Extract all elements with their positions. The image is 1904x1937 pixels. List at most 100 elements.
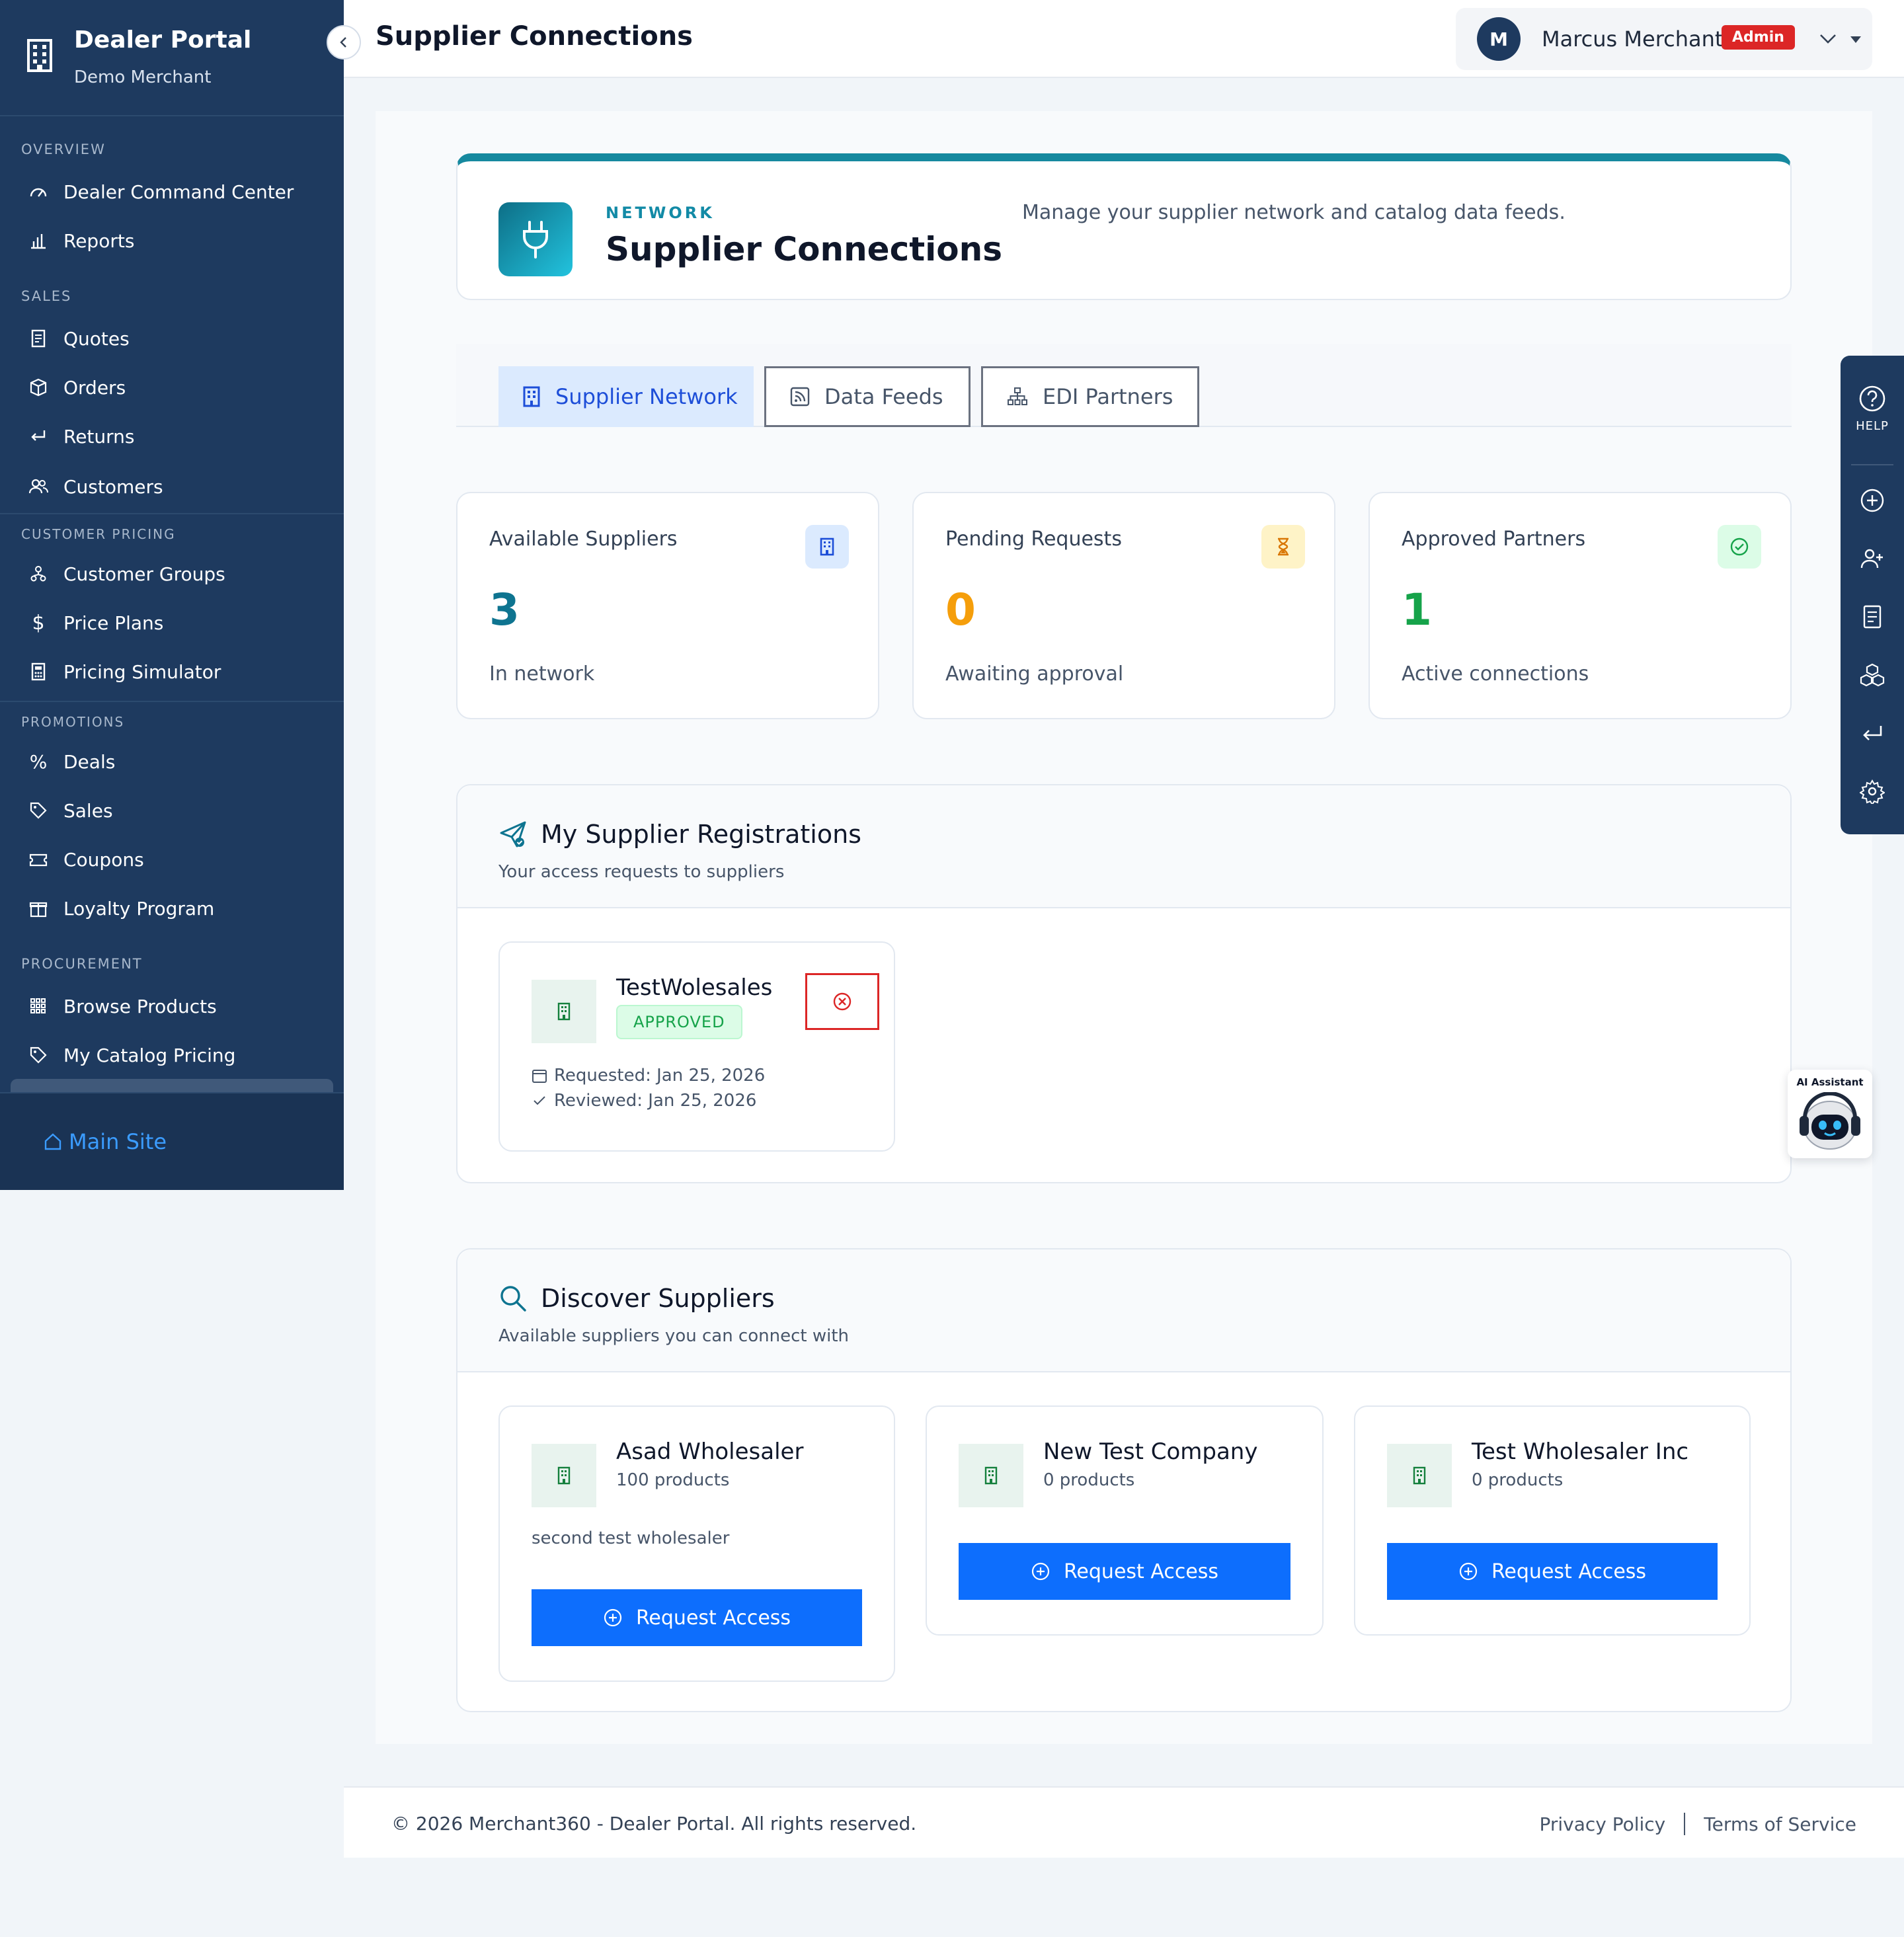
requested-label: Requested: Jan 25, 2026: [554, 1066, 766, 1086]
sidebar-item-label: Customer Groups: [63, 563, 225, 585]
quick-return-button[interactable]: [1841, 721, 1904, 746]
building-icon: [27, 39, 52, 72]
calendar-icon: [532, 1068, 547, 1084]
building-icon: [522, 386, 541, 407]
robot-icon: [1800, 1092, 1860, 1150]
discover-header: Discover Suppliers Available suppliers y…: [457, 1249, 1790, 1372]
sidebar-item-active-partial[interactable]: [11, 1079, 333, 1092]
sidebar-item-sales[interactable]: Sales: [28, 792, 113, 829]
ticket-icon: [28, 849, 49, 870]
x-circle-icon: [833, 992, 852, 1011]
supplier-name: Asad Wholesaler: [616, 1439, 804, 1465]
tab-supplier-network[interactable]: Supplier Network: [498, 366, 754, 427]
sidebar-item-label: Returns: [63, 425, 135, 448]
help-rail: HELP: [1841, 356, 1904, 834]
sidebar-item-label: Quotes: [63, 327, 130, 350]
sidebar-item-browse-products[interactable]: Browse Products: [28, 988, 217, 1025]
sidebar-item-loyalty-program[interactable]: Loyalty Program: [28, 890, 214, 927]
sidebar-item-dealer-command-center[interactable]: Dealer Command Center: [28, 173, 294, 210]
user-name: Marcus Merchant: [1542, 26, 1724, 52]
registrations-header: My Supplier Registrations Your access re…: [457, 785, 1790, 908]
status-badge: APPROVED: [616, 1005, 742, 1039]
help-button[interactable]: HELP: [1841, 385, 1904, 433]
section-subtitle: Your access requests to suppliers: [498, 862, 785, 882]
product-count: 0 products: [1043, 1470, 1135, 1490]
settings-button[interactable]: [1841, 779, 1904, 804]
rss-icon: [790, 387, 810, 407]
quick-add-button[interactable]: [1841, 488, 1904, 513]
sidebar-item-quotes[interactable]: Quotes: [28, 320, 130, 357]
sidebar-item-pricing-simulator[interactable]: Pricing Simulator: [28, 653, 221, 690]
sidebar-item-label: Loyalty Program: [63, 897, 215, 920]
question-circle-icon: [1859, 385, 1885, 412]
registrations-section: My Supplier Registrations Your access re…: [456, 784, 1792, 1183]
hierarchy-icon: [28, 563, 49, 584]
section-subtitle: Available suppliers you can connect with: [498, 1326, 850, 1346]
request-access-button[interactable]: Request Access: [959, 1543, 1290, 1600]
calculator-icon: [28, 661, 49, 682]
footer-links: Privacy Policy Terms of Service: [1539, 1813, 1856, 1835]
quick-quote-button[interactable]: [1841, 604, 1904, 629]
tab-label: EDI Partners: [1043, 384, 1173, 409]
percent-icon: %: [29, 750, 48, 773]
stat-subtext: Awaiting approval: [945, 662, 1124, 686]
stat-value: 1: [1402, 584, 1432, 635]
tab-data-feeds[interactable]: Data Feeds: [764, 366, 971, 427]
terms-of-service-link[interactable]: Terms of Service: [1704, 1813, 1856, 1835]
nav-section-overview: OVERVIEW: [21, 141, 106, 157]
send-icon: [500, 821, 526, 848]
sidebar-item-my-catalog-pricing[interactable]: My Catalog Pricing: [28, 1037, 235, 1074]
sidebar-item-customers[interactable]: Customers: [28, 468, 163, 505]
avatar: M: [1477, 17, 1521, 61]
sidebar-item-label: Reports: [63, 229, 135, 252]
stat-value: 3: [489, 584, 520, 635]
sidebar: Dealer Portal Demo Merchant OVERVIEW Dea…: [0, 0, 344, 1190]
footer: © 2026 Merchant360 - Dealer Portal. All …: [344, 1786, 1904, 1858]
sidebar-item-label: Price Plans: [63, 612, 164, 634]
brand-subtitle: Demo Merchant: [74, 67, 212, 87]
sidebar-item-label: Sales: [63, 799, 113, 822]
tab-edi-partners[interactable]: EDI Partners: [981, 366, 1199, 427]
reviewed-label: Reviewed: Jan 25, 2026: [554, 1091, 757, 1111]
nav-section-customer-pricing: CUSTOMER PRICING: [21, 526, 176, 542]
quick-products-button[interactable]: [1841, 662, 1904, 688]
request-access-button[interactable]: Request Access: [532, 1589, 862, 1646]
request-access-button[interactable]: Request Access: [1387, 1543, 1718, 1600]
hero-title: Supplier Connections: [606, 230, 1002, 268]
plus-circle-icon: [603, 1608, 623, 1628]
ai-assistant-button[interactable]: AI Assistant: [1788, 1070, 1872, 1158]
building-icon: [532, 980, 596, 1043]
plus-circle-icon: [1860, 489, 1884, 512]
role-badge: Admin: [1722, 25, 1795, 50]
supplier-description: second test wholesaler: [532, 1528, 730, 1548]
user-menu[interactable]: M Marcus Merchant Admin: [1456, 8, 1872, 70]
sidebar-item-deals[interactable]: % Deals: [28, 743, 116, 780]
main-site-link[interactable]: Main Site: [42, 1129, 167, 1154]
stat-card-approved-partners: Approved Partners 1 Active connections: [1368, 492, 1792, 719]
stat-subtext: Active connections: [1402, 662, 1589, 686]
button-label: Request Access: [635, 1606, 791, 1630]
sidebar-item-orders[interactable]: Orders: [28, 369, 126, 406]
building-icon: [1387, 1444, 1452, 1507]
sidebar-item-label: Customers: [63, 475, 163, 498]
sidebar-item-reports[interactable]: Reports: [28, 222, 134, 259]
requested-date: Requested: Jan 25, 2026: [532, 1066, 765, 1086]
return-arrow-icon: [1863, 726, 1882, 740]
sidebar-item-customer-groups[interactable]: Customer Groups: [28, 555, 225, 592]
supplier-name: Test Wholesaler Inc: [1472, 1439, 1689, 1465]
nav-section-procurement: PROCUREMENT: [21, 956, 143, 972]
sidebar-collapse-button[interactable]: [327, 25, 361, 59]
reviewed-date: Reviewed: Jan 25, 2026: [532, 1091, 756, 1111]
privacy-policy-link[interactable]: Privacy Policy: [1539, 1813, 1665, 1835]
sidebar-item-price-plans[interactable]: $ Price Plans: [28, 604, 163, 641]
sidebar-item-coupons[interactable]: Coupons: [28, 841, 144, 878]
building-icon: [532, 1444, 596, 1507]
nav-divider: [0, 701, 344, 702]
revoke-button[interactable]: [805, 973, 879, 1030]
add-user-button[interactable]: [1841, 546, 1904, 571]
sidebar-item-returns[interactable]: Returns: [28, 418, 135, 455]
hero-accent-bar: [457, 153, 1790, 161]
grid-icon: [28, 996, 49, 1017]
return-arrow-icon: [28, 426, 49, 447]
boxes-icon: [1860, 663, 1885, 687]
